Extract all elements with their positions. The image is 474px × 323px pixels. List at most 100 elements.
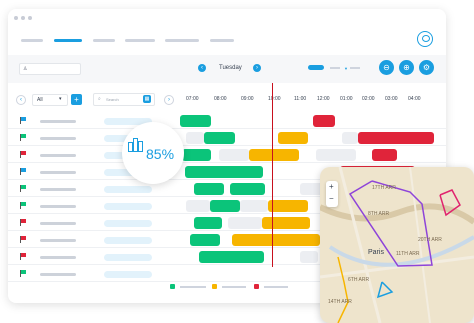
flag-icon [20, 117, 26, 124]
employee-name[interactable] [40, 205, 76, 208]
shift-bar[interactable] [372, 149, 397, 161]
employee-name[interactable] [40, 120, 76, 123]
shift-bar-empty[interactable] [186, 200, 210, 212]
chevron-left-icon[interactable]: ‹ [16, 95, 26, 105]
shift-bar[interactable] [249, 149, 299, 161]
view-toggle-week[interactable] [330, 67, 340, 69]
shift-bar[interactable] [194, 217, 222, 229]
shift-bar-empty[interactable] [228, 217, 262, 229]
shift-bar-empty[interactable] [316, 149, 356, 161]
employee-stats-tag [104, 220, 152, 227]
nav-item[interactable] [165, 39, 199, 42]
flag-icon [20, 219, 26, 226]
window-dot [14, 16, 18, 20]
legend-swatch-green [170, 284, 175, 289]
flag-icon [20, 236, 26, 243]
map-label: 11TH ARR [396, 251, 420, 257]
shift-bar[interactable] [204, 132, 235, 144]
shift-bar[interactable] [190, 234, 220, 246]
shift-bar[interactable] [230, 183, 265, 195]
search-placeholder: Search [106, 97, 119, 102]
map-label: 6TH ARR [348, 277, 370, 283]
flag-icon [20, 151, 26, 158]
nav-item[interactable] [210, 39, 234, 42]
employee-name[interactable] [40, 222, 76, 225]
employee-stats-tag [104, 186, 152, 193]
shift-bar[interactable] [358, 132, 434, 144]
view-toggle-day[interactable] [308, 65, 324, 70]
shift-bar[interactable] [268, 200, 308, 212]
route-map[interactable]: + − 17TH ARR 8TH ARR Paris 11TH ARR 20TH… [320, 167, 474, 323]
map-zoom-out-button[interactable]: − [329, 194, 334, 203]
shift-bar[interactable] [278, 132, 308, 144]
map-label: 17TH ARR [372, 185, 396, 191]
shift-bar[interactable] [210, 200, 240, 212]
employee-name[interactable] [40, 256, 76, 259]
zoom-out-icon[interactable]: ⊖ [379, 60, 394, 75]
employee-name[interactable] [40, 273, 76, 276]
status-select-value: All [37, 97, 43, 103]
employee-stats-tag [104, 254, 152, 261]
legend-label [180, 286, 206, 288]
time-column: 02:00 [362, 96, 375, 102]
map-label: 20TH ARR [418, 237, 442, 243]
shift-bar[interactable] [199, 251, 264, 263]
time-column: 11:00 [294, 96, 307, 102]
chevron-down-icon[interactable]: ▼ [344, 66, 348, 71]
day-label: Tuesday [219, 65, 242, 71]
shift-bar-empty[interactable] [342, 132, 358, 144]
add-button[interactable]: + [71, 94, 82, 105]
chevron-right-icon[interactable]: › [164, 95, 174, 105]
shift-bar[interactable] [194, 183, 224, 195]
shift-bar-empty[interactable] [240, 200, 268, 212]
location-filter[interactable]: ♙ [19, 63, 81, 75]
nav-item[interactable] [125, 39, 155, 42]
calendar-icon[interactable]: ▦ [143, 95, 151, 103]
time-column: 08:00 [214, 96, 227, 102]
location-icon: ♙ [23, 66, 28, 72]
shift-bar[interactable] [182, 149, 211, 161]
status-select[interactable]: All ▾ [32, 94, 68, 106]
search-input[interactable]: ⌕ Search ▦ [93, 93, 155, 106]
chevron-left-icon[interactable]: ‹ [198, 64, 206, 72]
flag-icon [20, 202, 26, 209]
chevron-right-icon[interactable]: › [253, 64, 261, 72]
shift-bar-empty[interactable] [186, 132, 204, 144]
shift-bar[interactable] [180, 115, 211, 127]
employee-name[interactable] [40, 171, 76, 174]
flag-icon [20, 270, 26, 277]
map-label: Paris [368, 249, 384, 256]
map-zoom-in-button[interactable]: + [329, 182, 334, 191]
employee-name[interactable] [40, 137, 76, 140]
window-dot [21, 16, 25, 20]
nav-item[interactable] [21, 39, 43, 42]
toolbar: ♙ ‹ Tuesday › ▼ ⊖ ⊕ ⚙ [8, 55, 446, 83]
time-column: 01:00 [340, 96, 353, 102]
utilization-value: 85% [146, 146, 175, 162]
shift-bar[interactable] [313, 115, 335, 127]
map-label: 8TH ARR [368, 211, 390, 217]
legend-label [264, 286, 288, 288]
flag-icon [20, 185, 26, 192]
gear-icon[interactable]: ⚙ [419, 60, 434, 75]
window-dot [28, 16, 32, 20]
flag-icon [20, 168, 26, 175]
employee-name[interactable] [40, 188, 76, 191]
user-icon[interactable] [417, 31, 433, 47]
nav-item[interactable] [93, 39, 115, 42]
map-label: 14TH ARR [328, 299, 352, 305]
shift-bar-empty[interactable] [300, 251, 318, 263]
time-column: 07:00 [186, 96, 199, 102]
zoom-in-icon[interactable]: ⊕ [399, 60, 414, 75]
flag-icon [20, 253, 26, 260]
bar-chart-icon [128, 136, 143, 152]
nav-item-active[interactable] [54, 39, 82, 42]
shift-bar-empty[interactable] [219, 149, 249, 161]
employee-name[interactable] [40, 154, 76, 157]
employee-name[interactable] [40, 239, 76, 242]
view-toggle-month[interactable] [350, 67, 360, 69]
shift-bar[interactable] [232, 234, 320, 246]
shift-bar[interactable] [185, 166, 263, 178]
shift-bar[interactable] [262, 217, 310, 229]
time-column: 10:00 [268, 96, 281, 102]
